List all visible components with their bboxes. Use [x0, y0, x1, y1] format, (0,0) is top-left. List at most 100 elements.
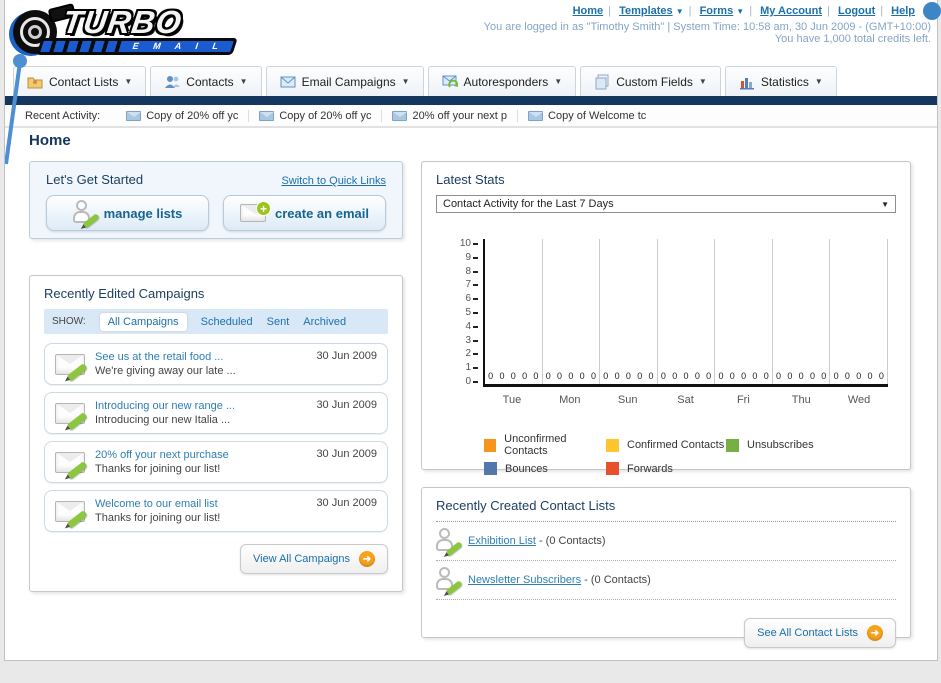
- tab-autoresponders[interactable]: Autoresponders ▼: [427, 66, 577, 96]
- tab-statistics[interactable]: Statistics ▼: [724, 66, 837, 96]
- legend-label: Unconfirmed Contacts: [504, 433, 567, 457]
- chart-y-axis: 10 9 8 7 6 5 4 3 2 1 0: [454, 239, 478, 387]
- y-tick-label: 9: [454, 252, 478, 263]
- nav-link-help[interactable]: Help: [891, 5, 915, 17]
- contact-count: - (0 Contacts): [584, 574, 651, 586]
- envelope-pencil-icon: [55, 353, 88, 382]
- bar-value-label: 0: [648, 371, 654, 381]
- contact-list-link[interactable]: Exhibition List: [468, 535, 536, 547]
- campaign-row[interactable]: Welcome to our email list Thanks for join…: [44, 490, 388, 532]
- zero-value-labels: 00000: [485, 371, 542, 381]
- campaign-row[interactable]: See us at the retail food ... We're givin…: [44, 343, 388, 385]
- chevron-down-icon: ▼: [675, 7, 684, 16]
- contact-list-row[interactable]: Exhibition List - (0 Contacts): [436, 522, 896, 561]
- bar-value-label: 0: [844, 371, 850, 381]
- legend-label: Bounces: [505, 462, 548, 475]
- chart-x-axis-labels: Tue Mon Sun Sat Fri Thu Wed: [483, 394, 888, 406]
- campaign-subtitle: Introducing our new Italia ...: [95, 414, 231, 426]
- chart-plot-area: 00000000000000000000000000000000000: [483, 239, 889, 387]
- campaign-title-link[interactable]: Welcome to our email list: [95, 497, 306, 511]
- stats-dropdown[interactable]: Contact Activity for the Last 7 Days ▼: [436, 195, 896, 213]
- see-all-contact-lists-button[interactable]: See All Contact Lists ➜: [744, 618, 896, 648]
- contact-lists-title: Recently Created Contact Lists: [436, 498, 616, 513]
- contact-list-link[interactable]: Newsletter Subscribers: [468, 574, 581, 586]
- nav-link-logout[interactable]: Logout: [838, 5, 875, 17]
- arrow-right-icon: ➜: [359, 551, 375, 567]
- campaigns-filter-bar: SHOW: All Campaigns Scheduled Sent Archi…: [44, 309, 388, 334]
- legend-label: Confirmed Contacts: [627, 439, 725, 451]
- envelope-icon: [528, 110, 544, 121]
- help-bubble-icon[interactable]: [923, 2, 941, 20]
- y-tick-label: 4: [454, 321, 478, 332]
- bar-value-label: 0: [488, 371, 494, 381]
- envelope-icon: [259, 110, 275, 121]
- filter-archived[interactable]: Archived: [303, 316, 346, 328]
- manage-lists-button[interactable]: manage lists: [46, 195, 209, 231]
- campaign-row[interactable]: Introducing our new range ... Introducing…: [44, 392, 388, 434]
- header: TURBO E M A I L Home Templates ▼ Forms ▼…: [5, 0, 941, 165]
- latest-stats-title: Latest Stats: [436, 172, 505, 187]
- nav-link-home[interactable]: Home: [573, 5, 604, 17]
- recent-activity-item[interactable]: Copy of Welcome tc: [518, 110, 656, 122]
- legend-swatch: [484, 438, 497, 452]
- zero-value-labels: 00000: [600, 371, 657, 381]
- bar-value-label: 0: [568, 371, 574, 381]
- contact-count: - (0 Contacts): [538, 535, 606, 547]
- filter-all-campaigns[interactable]: All Campaigns: [99, 312, 187, 331]
- recent-activity-item[interactable]: Copy of 20% off yc: [116, 109, 250, 122]
- recent-activity-label: Recent Activity:: [25, 109, 101, 122]
- envelope-icon: [392, 110, 408, 121]
- tab-email-campaigns[interactable]: Email Campaigns ▼: [265, 66, 424, 96]
- campaign-date: 30 Jun 2009: [316, 497, 377, 509]
- tab-custom-fields[interactable]: Custom Fields ▼: [580, 66, 721, 96]
- arrow-right-icon: ➜: [867, 625, 883, 641]
- envelope-pencil-icon: [55, 451, 88, 480]
- x-tick-label: Mon: [559, 394, 581, 406]
- contact-list-row[interactable]: Newsletter Subscribers - (0 Contacts): [436, 561, 896, 600]
- logo-text: TURBO: [60, 4, 185, 40]
- show-label: SHOW:: [52, 316, 86, 327]
- bar-value-label: 0: [752, 371, 758, 381]
- y-tick-label: 8: [454, 266, 478, 277]
- legend-swatch: [726, 438, 739, 452]
- filter-sent[interactable]: Sent: [267, 316, 290, 328]
- pages-icon: [594, 74, 610, 90]
- y-tick-label: 0: [454, 376, 478, 387]
- bar-chart-icon: [739, 74, 755, 90]
- x-tick-label: Tue: [502, 394, 522, 406]
- recent-activity-item[interactable]: Copy of 20% off yc: [249, 109, 383, 122]
- bar-value-label: 0: [729, 371, 735, 381]
- legend-label: Unsubscribes: [747, 439, 814, 451]
- view-all-campaigns-button[interactable]: View All Campaigns ➜: [239, 544, 388, 574]
- legend-swatch: [606, 438, 619, 452]
- envelope-plus-icon: +: [240, 201, 272, 222]
- tab-contact-lists[interactable]: Contact Lists ▼: [13, 66, 147, 96]
- campaign-title-link[interactable]: See us at the retail food ...: [95, 350, 306, 364]
- envelope-arrow-icon: [442, 74, 458, 90]
- people-icon: [164, 74, 181, 90]
- nav-link-forms[interactable]: Forms: [700, 5, 734, 17]
- person-pencil-icon: [436, 528, 463, 557]
- tab-contacts[interactable]: Contacts ▼: [150, 66, 262, 96]
- filter-scheduled[interactable]: Scheduled: [201, 316, 253, 328]
- campaign-row[interactable]: 20% off your next purchase Thanks for joi…: [44, 441, 388, 483]
- bar-value-label: 0: [833, 371, 839, 381]
- campaign-title-link[interactable]: Introducing our new range ...: [95, 399, 306, 413]
- bar-value-label: 0: [614, 371, 620, 381]
- campaign-date: 30 Jun 2009: [316, 448, 377, 460]
- folder-contact-icon: [27, 74, 43, 90]
- bar-value-label: 0: [625, 371, 631, 381]
- recent-activity-item[interactable]: 20% off your next p: [382, 109, 519, 122]
- nav-link-templates[interactable]: Templates: [619, 5, 673, 17]
- y-tick-label: 5: [454, 307, 478, 318]
- zero-value-labels: 00000: [715, 371, 772, 381]
- person-pencil-icon: [72, 200, 100, 229]
- login-status-text: You are logged in as "Timothy Smith" | S…: [483, 21, 931, 33]
- create-email-button[interactable]: + create an email: [223, 195, 386, 231]
- switch-quick-links[interactable]: Switch to Quick Links: [281, 175, 386, 187]
- legend-swatch: [606, 462, 619, 475]
- campaign-date: 30 Jun 2009: [316, 399, 377, 411]
- campaign-title-link[interactable]: 20% off your next purchase: [95, 448, 306, 462]
- nav-link-my-account[interactable]: My Account: [760, 5, 822, 17]
- chart-day-group: 00000: [773, 239, 831, 384]
